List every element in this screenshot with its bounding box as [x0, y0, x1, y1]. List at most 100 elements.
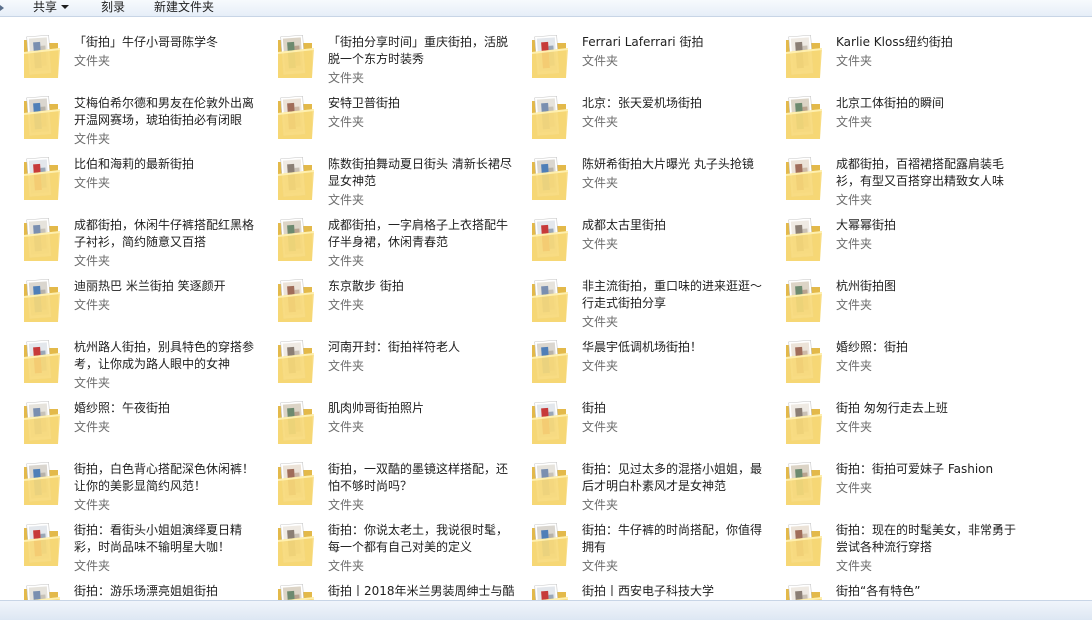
folder-name: 街拍：街拍可爱妹子 Fashion — [836, 462, 994, 476]
folder-type: 文件夹 — [836, 115, 873, 129]
folder-name: 东京散步 街拍 — [328, 279, 404, 293]
folder-item[interactable]: 街拍：看街头小姐姐演绎夏日精彩，时尚品味不输明星大咖！ 文件夹 — [22, 518, 276, 579]
folder-name: 街拍：你说太老土，我说很时髦，每一个都有自己对美的定义 — [328, 523, 509, 554]
folder-type: 文件夹 — [328, 559, 365, 573]
folder-item[interactable]: 成都街拍，休闲牛仔裤搭配红黑格子衬衫，简约随意又百搭文件夹 — [22, 213, 276, 274]
folder-item[interactable]: 婚纱照：街拍 文件夹 — [784, 335, 1038, 396]
folder-type: 文件夹 — [74, 54, 111, 68]
folder-name: 迪丽热巴 米兰街拍 笑逐颜开 — [74, 279, 226, 293]
folder-item[interactable]: 杭州路人街拍，别具特色的穿搭参考，让你成为路人眼中的女神 文件夹 — [22, 335, 276, 396]
folder-item[interactable]: 陈妍希街拍大片曝光 丸子头抢镜 文件夹 — [530, 152, 784, 213]
folder-icon — [276, 398, 316, 448]
folder-item[interactable]: Ferrari Laferrari 街拍 文件夹 — [530, 30, 784, 91]
new-folder-button[interactable]: 新建文件夹 — [154, 0, 214, 16]
folder-type: 文件夹 — [836, 420, 873, 434]
folder-item[interactable]: Karlie Kloss纽约街拍 文件夹 — [784, 30, 1038, 91]
folder-item[interactable]: 街拍：现在的时髦美女，非常勇于尝试各种流行穿搭 文件夹 — [784, 518, 1038, 579]
folder-type: 文件夹 — [74, 254, 111, 268]
folder-item[interactable]: 婚纱照：午夜街拍 文件夹 — [22, 396, 276, 457]
folder-icon — [276, 276, 316, 326]
folder-name: 陈数街拍舞动夏日街头 清新长裙尽显女神范 — [328, 157, 512, 188]
share-label: 共享 — [33, 0, 58, 14]
folder-type: 文件夹 — [328, 193, 365, 207]
folder-item[interactable]: 街拍 文件夹 — [530, 396, 784, 457]
folder-item[interactable]: 「街拍分享时间」重庆街拍，活脱脱一个东方时装秀 文件夹 — [276, 30, 530, 91]
folder-icon — [530, 520, 570, 570]
folder-item[interactable]: 华晨宇低调机场街拍！ 文件夹 — [530, 335, 784, 396]
folder-item[interactable]: 大幂幂街拍 文件夹 — [784, 213, 1038, 274]
folder-item[interactable]: 街拍丨西安电子科技大学文件夹 — [530, 579, 784, 600]
folder-name: 街拍：牛仔裤的时尚搭配，你值得拥有 — [582, 523, 763, 554]
folder-name: 成都太古里街拍 — [582, 218, 667, 232]
folder-item[interactable]: 成都太古里街拍 文件夹 — [530, 213, 784, 274]
folder-item[interactable]: 非主流街拍，重口味的进来逛逛～行走式街拍分享 文件夹 — [530, 274, 784, 335]
folder-item[interactable]: 东京散步 街拍 文件夹 — [276, 274, 530, 335]
folder-item[interactable]: 艾梅伯希尔德和男友在伦敦外出离开温网赛场，琥珀街拍必有闭眼 文件夹 — [22, 91, 276, 152]
folder-icon — [530, 581, 570, 600]
folder-type: 文件夹 — [328, 420, 365, 434]
folder-type: 文件夹 — [328, 254, 365, 268]
folder-icon — [784, 398, 824, 448]
folder-item[interactable]: 迪丽热巴 米兰街拍 笑逐颜开 文件夹 — [22, 274, 276, 335]
folder-item[interactable]: 比伯和海莉的最新街拍 文件夹 — [22, 152, 276, 213]
folder-icon — [22, 276, 62, 326]
folder-icon — [276, 32, 316, 82]
folder-icon — [22, 337, 62, 387]
folder-name: 成都街拍，百褶裙搭配露肩装毛衫，有型又百搭穿出精致女人味 — [836, 157, 1005, 188]
folder-icon — [784, 215, 824, 265]
folder-item[interactable]: 街拍，一双酷的墨镜这样搭配，还怕不够时尚吗？ 文件夹 — [276, 457, 530, 518]
folder-icon — [22, 32, 62, 82]
burn-button[interactable]: 刻录 — [101, 0, 125, 16]
folder-type: 文件夹 — [328, 71, 365, 85]
share-menu-button[interactable]: 共享 — [33, 0, 70, 16]
folder-item[interactable]: 肌肉帅哥街拍照片 文件夹 — [276, 396, 530, 457]
folder-item[interactable]: 河南开封：街拍祥符老人 文件夹 — [276, 335, 530, 396]
folder-item[interactable]: 「街拍」牛仔小哥哥陈学冬 文件夹 — [22, 30, 276, 91]
folder-icon — [276, 154, 316, 204]
folder-item[interactable]: 街拍：你说太老土，我说很时髦，每一个都有自己对美的定义文件夹 — [276, 518, 530, 579]
folder-name: 河南开封：街拍祥符老人 — [328, 340, 461, 354]
folder-item[interactable]: 街拍“各有特色”文件夹 — [784, 579, 1038, 600]
folder-item[interactable]: 北京：张天爱机场街拍 文件夹 — [530, 91, 784, 152]
folder-type: 文件夹 — [74, 498, 111, 512]
folder-item[interactable]: 街拍：街拍可爱妹子 Fashion 文件夹 — [784, 457, 1038, 518]
folder-item[interactable]: 成都街拍，百褶裙搭配露肩装毛衫，有型又百搭穿出精致女人味文件夹 — [784, 152, 1038, 213]
folder-item[interactable]: 安特卫普街拍 文件夹 — [276, 91, 530, 152]
folder-item[interactable]: 街拍丨2018年米兰男装周绅士与酷女街拍文件夹 — [276, 579, 530, 600]
folder-name: 婚纱照：街拍 — [836, 340, 909, 354]
folder-item[interactable]: 街拍：牛仔裤的时尚搭配，你值得拥有 文件夹 — [530, 518, 784, 579]
folder-icon — [22, 459, 62, 509]
folder-item[interactable]: 街拍：游乐场漂亮姐姐街拍文件夹 — [22, 579, 276, 600]
folder-item[interactable]: 街拍：见过太多的混搭小姐姐，最后才明白朴素风才是女神范 文件夹 — [530, 457, 784, 518]
folder-type: 文件夹 — [836, 54, 873, 68]
folder-name: 街拍丨西安电子科技大学 — [582, 584, 715, 598]
folder-icon — [784, 337, 824, 387]
folder-item[interactable]: 陈数街拍舞动夏日街头 清新长裙尽显女神范文件夹 — [276, 152, 530, 213]
folder-icon — [22, 154, 62, 204]
folder-name: 大幂幂街拍 — [836, 218, 897, 232]
folder-item[interactable]: 街拍，白色背心搭配深色休闲裤！让你的美影显简约风范！ 文件夹 — [22, 457, 276, 518]
folder-item[interactable]: 成都街拍，一字肩格子上衣搭配牛仔半身裙，休闲青春范 文件夹 — [276, 213, 530, 274]
folder-item[interactable]: 北京工体街拍的瞬间 文件夹 — [784, 91, 1038, 152]
folder-name: Ferrari Laferrari 街拍 — [582, 35, 704, 49]
folder-type: 文件夹 — [582, 359, 619, 373]
folder-type: 文件夹 — [582, 54, 619, 68]
folder-item[interactable]: 街拍 匆匆行走去上班 文件夹 — [784, 396, 1038, 457]
folder-name: 街拍，白色背心搭配深色休闲裤！让你的美影显简约风范！ — [74, 462, 255, 493]
folder-icon — [784, 581, 824, 600]
folder-name: 婚纱照：午夜街拍 — [74, 401, 171, 415]
folder-type: 文件夹 — [74, 176, 111, 190]
folder-name: 街拍：游乐场漂亮姐姐街拍 — [74, 584, 219, 598]
folder-name: 非主流街拍，重口味的进来逛逛～行走式街拍分享 — [582, 279, 763, 310]
folder-type: 文件夹 — [328, 359, 365, 373]
folder-icon — [784, 459, 824, 509]
folder-icon — [784, 520, 824, 570]
folder-icon — [22, 215, 62, 265]
folder-name: 比伯和海莉的最新街拍 — [74, 157, 195, 171]
folder-name: 成都街拍，休闲牛仔裤搭配红黑格子衬衫，简约随意又百搭 — [74, 218, 255, 249]
folder-type: 文件夹 — [836, 193, 873, 207]
folder-name: 艾梅伯希尔德和男友在伦敦外出离开温网赛场，琥珀街拍必有闭眼 — [74, 96, 255, 127]
folder-icon — [276, 520, 316, 570]
folder-item[interactable]: 杭州街拍图 文件夹 — [784, 274, 1038, 335]
folder-grid: 「街拍」牛仔小哥哥陈学冬 文件夹 「街拍分享时间」重庆街拍，活脱脱一个东方时装秀 文件… — [22, 30, 1038, 600]
